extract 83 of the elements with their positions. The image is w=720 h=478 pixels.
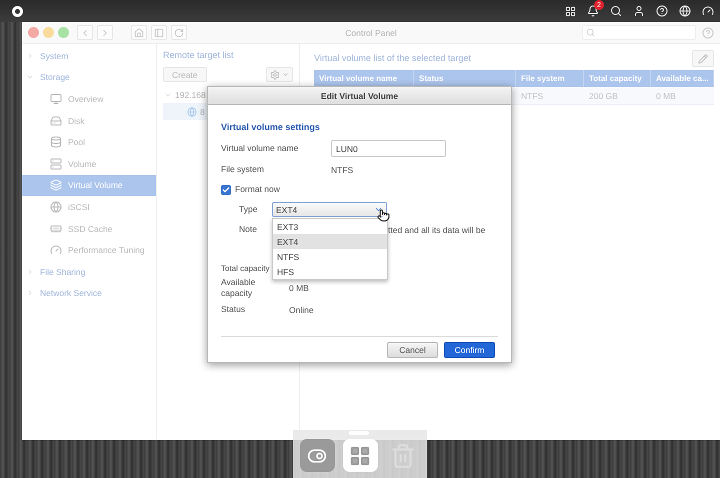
home-button[interactable] <box>131 25 147 40</box>
globe-icon <box>50 200 62 213</box>
dialog-title: Edit Virtual Volume <box>208 87 511 105</box>
field-label: Available capacity <box>221 276 256 300</box>
hard-drive-icon <box>50 114 62 127</box>
cancel-button[interactable]: Cancel <box>387 342 438 358</box>
field-value: NTFS <box>331 164 354 174</box>
layers-icon <box>50 179 62 192</box>
forward-button[interactable] <box>97 25 113 40</box>
search-icon <box>586 28 595 37</box>
chevron-down-icon <box>374 205 383 214</box>
field-label: Status <box>221 304 246 316</box>
sidebar-item[interactable]: Performance Tuning <box>22 239 156 261</box>
sidebar-item[interactable]: Volume <box>22 152 156 175</box>
back-button[interactable] <box>77 25 93 40</box>
sidebar-group[interactable]: Storage <box>22 66 156 88</box>
dropdown-option[interactable]: HFS <box>273 264 387 279</box>
database-icon <box>50 136 62 148</box>
home-icon <box>134 28 144 38</box>
bell-icon[interactable] <box>587 5 599 17</box>
dropdown-option[interactable]: EXT3 <box>273 219 387 234</box>
note-text: tted and all its data will be <box>388 225 486 235</box>
settings-button[interactable] <box>266 67 293 82</box>
sidebar-item[interactable]: iSCSI <box>22 196 156 218</box>
gear-icon <box>270 70 280 80</box>
edit-button[interactable] <box>692 50 714 67</box>
search-field[interactable] <box>582 25 696 40</box>
table-cell-text: 200 GB <box>588 90 619 102</box>
confirm-button[interactable]: Confirm <box>444 342 495 358</box>
refresh-icon <box>174 28 184 38</box>
app-logo-icon[interactable] <box>12 6 23 16</box>
globe-icon <box>187 106 197 116</box>
maximize-button[interactable] <box>58 27 69 38</box>
gauge-icon[interactable] <box>702 5 714 17</box>
field-label: Total capacity <box>221 264 270 272</box>
refresh-button[interactable] <box>171 25 187 40</box>
window-title: Control Panel <box>345 28 397 38</box>
caret-icon <box>26 52 34 60</box>
table-cell-text: 0 MB <box>655 90 677 102</box>
sidebar-group[interactable]: Network Service <box>22 282 156 304</box>
column-header[interactable]: File system <box>516 70 584 87</box>
sidebar-item[interactable]: SSD Cache <box>22 218 156 240</box>
panel-title: Virtual volume list of the selected target <box>314 52 471 64</box>
panel-icon <box>154 28 164 38</box>
column-header[interactable]: Available ca... <box>651 70 714 87</box>
field-label: Virtual volume name <box>221 142 300 154</box>
field-value: Online <box>289 305 314 315</box>
apps-grid-icon[interactable] <box>349 444 371 466</box>
sidebar-item[interactable]: Virtual Volume <box>22 174 156 196</box>
field-value: 0 MB <box>289 283 309 293</box>
checkbox-label: Format now <box>235 184 281 196</box>
create-button[interactable]: Create <box>163 67 207 82</box>
dropdown-option[interactable]: EXT4 <box>273 234 387 249</box>
grid-icon[interactable] <box>565 6 576 16</box>
sidebar-item[interactable]: Overview <box>22 88 156 110</box>
minimize-button[interactable] <box>43 27 54 38</box>
type-dropdown[interactable]: EXT4 <box>272 202 387 217</box>
column-header[interactable]: Total capacity <box>584 70 651 87</box>
caret-icon <box>26 268 34 276</box>
sidebar-item[interactable]: Pool <box>22 131 156 153</box>
table-cell-text: NTFS <box>520 90 544 102</box>
user-icon[interactable] <box>633 5 645 17</box>
name-input-field[interactable]: LUN0 <box>331 140 446 157</box>
panel-title: Remote target list <box>163 50 235 62</box>
checkbox[interactable] <box>221 184 231 194</box>
search-icon[interactable] <box>610 5 622 17</box>
monitor-icon <box>50 92 62 105</box>
section-heading: Virtual volume settings <box>221 122 321 132</box>
sidebar-item[interactable]: Disk <box>22 110 156 132</box>
sidebar-group[interactable]: System <box>22 45 156 67</box>
pencil-icon <box>698 54 708 64</box>
gauge-icon <box>50 244 62 256</box>
sidebar-group[interactable]: File Sharing <box>22 260 156 283</box>
field-label: File system <box>221 164 265 176</box>
caret-icon <box>26 289 34 298</box>
globe-icon[interactable] <box>679 5 691 17</box>
close-button[interactable] <box>28 27 39 38</box>
caret-icon <box>282 71 289 78</box>
sidebar-toggle-button[interactable] <box>151 25 167 40</box>
field-label: Type <box>239 204 258 216</box>
field-label: Note <box>239 224 258 236</box>
dropdown-option[interactable]: NTFS <box>273 249 387 264</box>
server-icon <box>50 158 62 170</box>
